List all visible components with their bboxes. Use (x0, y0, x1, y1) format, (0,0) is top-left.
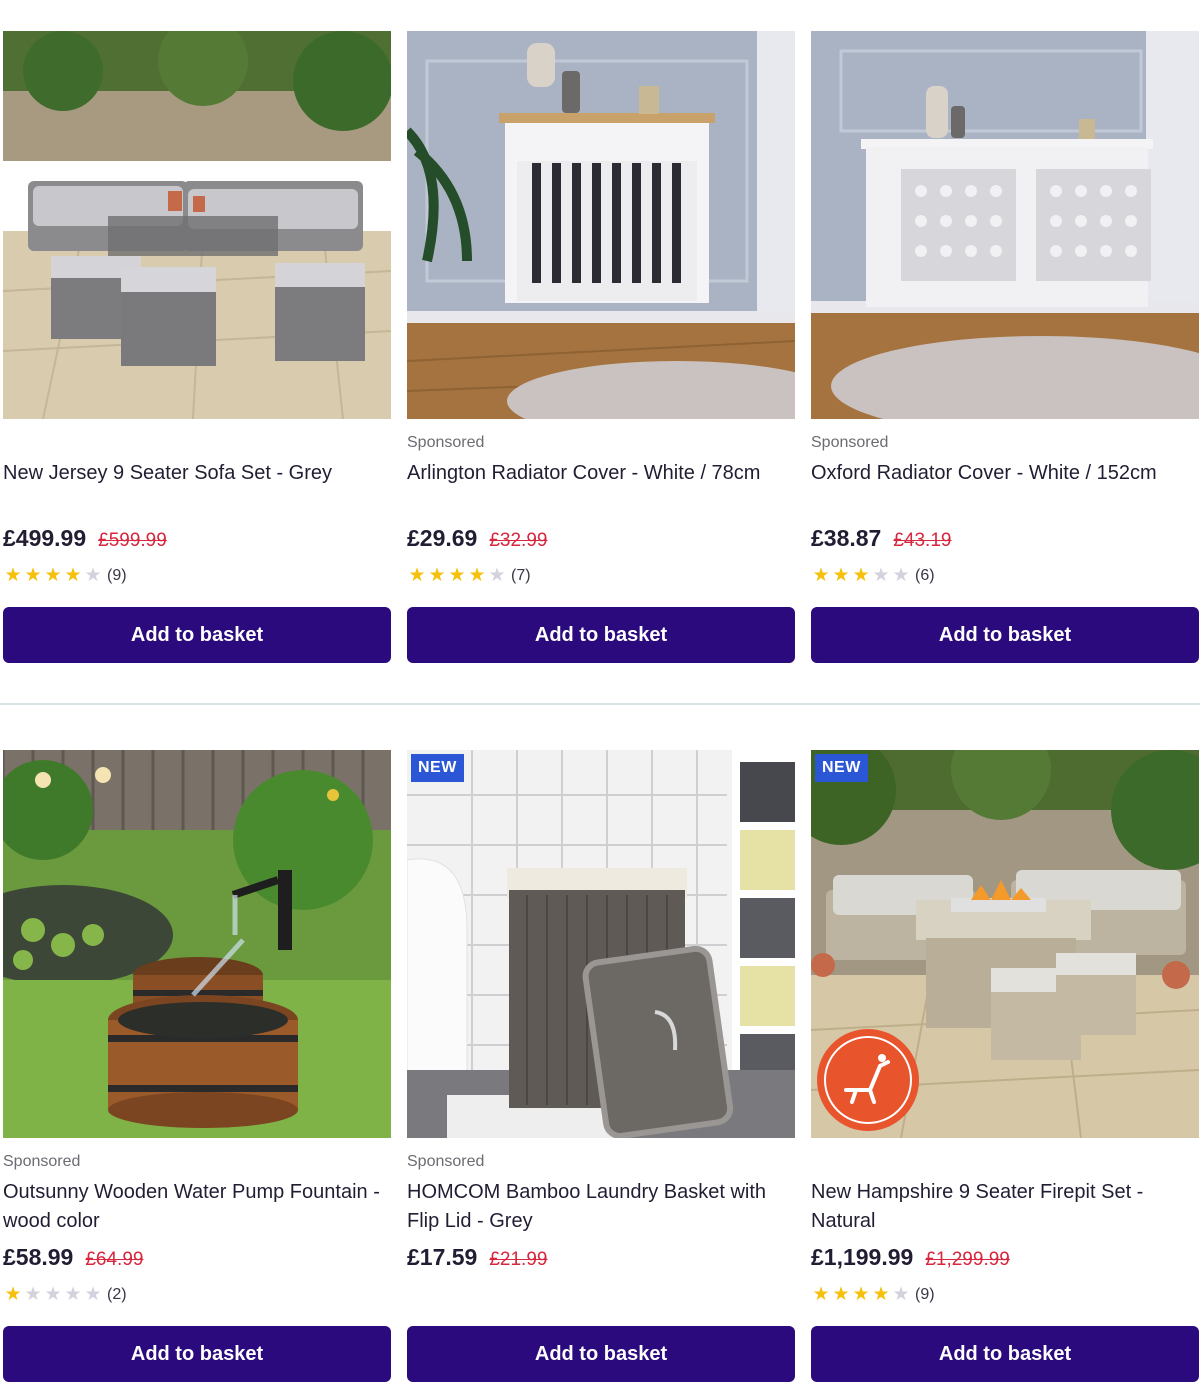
sponsored-label: Sponsored (811, 434, 889, 451)
star-icon: ★ (428, 565, 446, 586)
price-row: £29.69 £32.99 (407, 525, 547, 552)
star-icon: ★ (408, 565, 426, 586)
star-icon: ★ (872, 565, 890, 586)
add-to-basket-button[interactable]: Add to basket (407, 1326, 795, 1382)
current-price: £499.99 (3, 525, 87, 551)
product-title[interactable]: New Hampshire 9 Seater Firepit Set - Nat… (811, 1178, 1195, 1236)
review-count[interactable]: (2) (107, 1286, 127, 1304)
review-count[interactable]: (7) (511, 567, 531, 585)
product-card: NEW New Hampshire 9 Seater Firepit Set -… (811, 750, 1199, 1382)
star-icon: ★ (892, 565, 910, 586)
current-price: £1,199.99 (811, 1244, 914, 1270)
product-title[interactable]: Oxford Radiator Cover - White / 152cm (811, 459, 1195, 488)
recline-stamp-icon (816, 1028, 920, 1132)
star-icon: ★ (44, 565, 62, 586)
new-badge: NEW (815, 754, 868, 782)
product-image-laundry-basket[interactable]: NEW (407, 750, 795, 1138)
sponsored-label: Sponsored (407, 1153, 485, 1170)
rating: ★ ★ ★ ★ ★ (2) (3, 1284, 127, 1305)
product-title[interactable]: Arlington Radiator Cover - White / 78cm (407, 459, 791, 488)
add-to-basket-button[interactable]: Add to basket (3, 607, 391, 663)
add-to-basket-button[interactable]: Add to basket (407, 607, 795, 663)
add-to-basket-button[interactable]: Add to basket (811, 1326, 1199, 1382)
rating: ★ ★ ★ ★ ★ (6) (811, 565, 935, 586)
price-row: £38.87 £43.19 (811, 525, 951, 552)
star-icon: ★ (24, 565, 42, 586)
star-icon: ★ (488, 565, 506, 586)
review-count[interactable]: (6) (915, 567, 935, 585)
star-icon: ★ (64, 565, 82, 586)
star-icon: ★ (24, 1284, 42, 1305)
star-icon: ★ (84, 565, 102, 586)
current-price: £29.69 (407, 525, 478, 551)
star-icon: ★ (4, 1284, 22, 1305)
row-divider (0, 703, 1200, 705)
product-image-sofa-set[interactable] (3, 31, 391, 419)
star-icon: ★ (892, 1284, 910, 1305)
product-image-oxford-radiator-cover[interactable] (811, 31, 1199, 419)
star-icon: ★ (852, 1284, 870, 1305)
product-card: Sponsored Oxford Radiator Cover - White … (811, 31, 1199, 663)
product-image-arlington-radiator-cover[interactable] (407, 31, 795, 419)
price-row: £58.99 £64.99 (3, 1244, 143, 1271)
product-image-firepit-set[interactable]: NEW (811, 750, 1199, 1138)
new-badge: NEW (411, 754, 464, 782)
product-grid: New Jersey 9 Seater Sofa Set - Grey £499… (0, 0, 1200, 1392)
was-price: £599.99 (98, 530, 167, 551)
was-price: £32.99 (489, 530, 548, 551)
price-row: £1,199.99 £1,299.99 (811, 1244, 1010, 1271)
was-price: £43.19 (893, 530, 952, 551)
current-price: £58.99 (3, 1244, 74, 1270)
price-row: £499.99 £599.99 (3, 525, 167, 552)
star-icon: ★ (468, 565, 486, 586)
product-card: NEW Sponsored HOMCOM Bamboo Laundry Bask… (407, 750, 795, 1382)
star-icon: ★ (832, 1284, 850, 1305)
current-price: £17.59 (407, 1244, 478, 1270)
star-icon: ★ (448, 565, 466, 586)
rating: ★ ★ ★ ★ ★ (9) (811, 1284, 935, 1305)
product-title[interactable]: Outsunny Wooden Water Pump Fountain - wo… (3, 1178, 387, 1236)
rating: ★ ★ ★ ★ ★ (7) (407, 565, 531, 586)
star-icon: ★ (84, 1284, 102, 1305)
product-title[interactable]: New Jersey 9 Seater Sofa Set - Grey (3, 459, 387, 488)
current-price: £38.87 (811, 525, 882, 551)
star-icon: ★ (812, 1284, 830, 1305)
star-icon: ★ (64, 1284, 82, 1305)
star-icon: ★ (44, 1284, 62, 1305)
star-icon: ★ (4, 565, 22, 586)
was-price: £64.99 (85, 1249, 144, 1270)
sponsored-label: Sponsored (3, 1153, 81, 1170)
review-count[interactable]: (9) (915, 1286, 935, 1304)
product-card: Sponsored Outsunny Wooden Water Pump Fou… (3, 750, 391, 1382)
star-icon: ★ (852, 565, 870, 586)
was-price: £1,299.99 (925, 1249, 1010, 1270)
star-icon: ★ (812, 565, 830, 586)
was-price: £21.99 (489, 1249, 548, 1270)
product-image-water-pump-fountain[interactable] (3, 750, 391, 1138)
product-card: Sponsored Arlington Radiator Cover - Whi… (407, 31, 795, 663)
price-row: £17.59 £21.99 (407, 1244, 547, 1271)
add-to-basket-button[interactable]: Add to basket (3, 1326, 391, 1382)
product-title[interactable]: HOMCOM Bamboo Laundry Basket with Flip L… (407, 1178, 791, 1236)
star-icon: ★ (832, 565, 850, 586)
product-card: New Jersey 9 Seater Sofa Set - Grey £499… (3, 31, 391, 663)
star-icon: ★ (872, 1284, 890, 1305)
sponsored-label: Sponsored (407, 434, 485, 451)
review-count[interactable]: (9) (107, 567, 127, 585)
rating: ★ ★ ★ ★ ★ (9) (3, 565, 127, 586)
add-to-basket-button[interactable]: Add to basket (811, 607, 1199, 663)
